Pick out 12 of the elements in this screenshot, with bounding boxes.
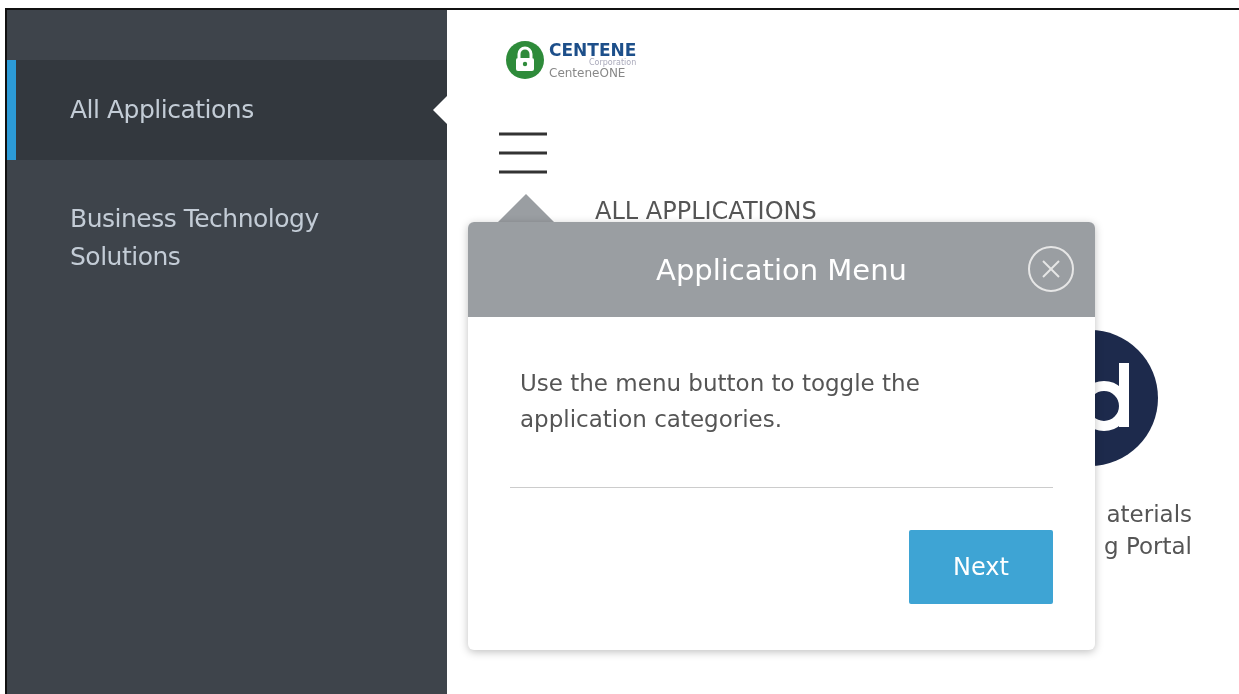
- popover-title: Application Menu: [656, 252, 907, 287]
- app-name[interactable]: aterials: [1106, 498, 1192, 530]
- sidebar-item[interactable]: Business Technology Solutions: [7, 200, 447, 276]
- app-name[interactable]: g Portal: [1104, 530, 1192, 562]
- popover-message: Use the menu button to toggle the application categories.: [520, 369, 921, 434]
- logo-name: CENTENE: [549, 41, 637, 59]
- section-heading: ALL APPLICATIONS: [595, 197, 817, 225]
- product-name: CenteneONE: [549, 66, 626, 79]
- sidebar-item[interactable]: All Applications: [7, 60, 447, 160]
- logo-subtitle: Corporation: [589, 58, 637, 67]
- menu-icon[interactable]: [499, 132, 547, 174]
- padlock-icon: [505, 40, 545, 80]
